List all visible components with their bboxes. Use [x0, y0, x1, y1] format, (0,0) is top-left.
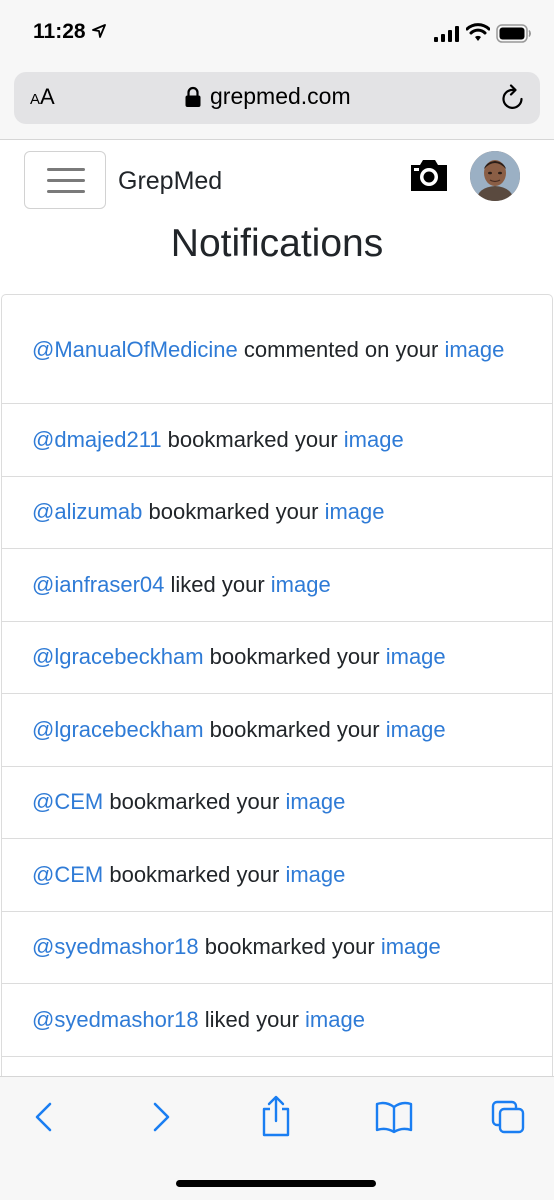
wifi-icon: [466, 23, 490, 41]
user-link[interactable]: @ManualOfMedicine: [32, 337, 238, 362]
list-item: @dmajed211 bookmarked your image: [2, 404, 552, 477]
notification-action: bookmarked your: [142, 499, 325, 525]
brand-link[interactable]: GrepMed: [118, 167, 222, 196]
browser-address-bar: AA grepmed.com: [0, 64, 554, 140]
home-indicator[interactable]: [176, 1180, 376, 1187]
reload-icon[interactable]: [500, 84, 526, 112]
notification-action: bookmarked your: [103, 861, 286, 887]
notification-list: @ManualOfMedicine commented on your imag…: [1, 294, 553, 1097]
text-size-button[interactable]: AA: [30, 84, 55, 110]
user-link[interactable]: @ianfraser04: [32, 572, 164, 597]
url-field[interactable]: AA grepmed.com: [14, 72, 540, 124]
lock-icon: [185, 86, 201, 107]
notification-action: bookmarked your: [203, 716, 386, 742]
image-link[interactable]: image: [271, 572, 331, 597]
image-link[interactable]: image: [285, 862, 345, 887]
notification-action: bookmarked your: [198, 934, 381, 960]
user-link[interactable]: @CEM: [32, 862, 103, 887]
user-link[interactable]: @syedmashor18: [32, 934, 199, 959]
notification-action: liked your: [198, 1006, 306, 1032]
camera-icon[interactable]: [409, 155, 449, 195]
image-link[interactable]: image: [386, 717, 446, 742]
image-link[interactable]: image: [444, 337, 504, 362]
user-link[interactable]: @lgracebeckham: [32, 717, 204, 742]
notification-action: bookmarked your: [161, 426, 344, 452]
status-time: 11:28: [33, 20, 86, 43]
site-navbar: GrepMed: [0, 140, 554, 220]
chevron-right-icon[interactable]: [142, 1099, 178, 1135]
notification-action: bookmarked your: [103, 789, 286, 815]
location-arrow-icon: [92, 24, 106, 38]
list-item: @alizumab bookmarked your image: [2, 477, 552, 549]
book-icon[interactable]: [374, 1099, 414, 1135]
list-item: @syedmashor18 liked your image: [2, 984, 552, 1057]
image-link[interactable]: image: [285, 789, 345, 814]
list-item: @lgracebeckham bookmarked your image: [2, 622, 552, 694]
hamburger-icon: [47, 168, 85, 171]
user-link[interactable]: @alizumab: [32, 499, 142, 524]
image-link[interactable]: image: [305, 1007, 365, 1032]
menu-toggle-button[interactable]: [24, 151, 106, 209]
user-link[interactable]: @CEM: [32, 789, 103, 814]
notification-action: bookmarked your: [203, 644, 386, 670]
list-item: @ManualOfMedicine commented on your imag…: [2, 295, 552, 404]
image-link[interactable]: image: [381, 934, 441, 959]
notification-action: commented on your: [237, 337, 445, 362]
page-title: Notifications: [170, 222, 384, 265]
user-link[interactable]: @lgracebeckham: [32, 644, 204, 669]
share-icon[interactable]: [258, 1095, 294, 1137]
image-link[interactable]: image: [325, 499, 385, 524]
cellular-signal-icon: [434, 26, 459, 42]
status-bar: 11:28: [0, 0, 554, 64]
tabs-icon[interactable]: [490, 1099, 526, 1135]
list-item: @CEM bookmarked your image: [2, 839, 552, 912]
image-link[interactable]: image: [386, 644, 446, 669]
list-item: @CEM bookmarked your image: [2, 767, 552, 839]
battery-icon: [496, 24, 531, 43]
image-link[interactable]: image: [344, 427, 404, 452]
list-item: @ianfraser04 liked your image: [2, 549, 552, 622]
list-item: @syedmashor18 bookmarked your image: [2, 912, 552, 984]
user-avatar-image: [470, 151, 520, 201]
chevron-left-icon[interactable]: [27, 1099, 63, 1135]
user-link[interactable]: @dmajed211: [32, 427, 162, 452]
list-item: @lgracebeckham bookmarked your image: [2, 694, 552, 767]
avatar[interactable]: [470, 151, 520, 201]
user-link[interactable]: @syedmashor18: [32, 1007, 199, 1032]
notification-action: liked your: [164, 571, 271, 597]
url-text: grepmed.com: [210, 83, 351, 109]
